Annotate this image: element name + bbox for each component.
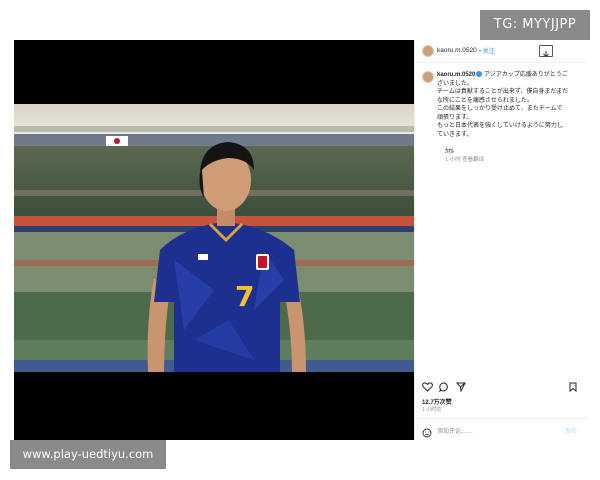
caption-username[interactable]: kaoru.m.0520 [437,72,475,78]
caption-time: 1 小时 查看翻译 [445,157,485,163]
post-sidebar: kaoru.m.0520 • 关注 kaoru.m.0520 アジアカップ応援あ… [414,40,587,440]
heart-icon[interactable] [422,379,433,397]
likes-count[interactable]: 12.7万次赞 [422,397,452,406]
caption-line: チームは貢献することが出来ず、僕自身まだまだ [437,89,569,95]
caption-line: ていきます。 [437,131,473,138]
caption-avatar[interactable] [422,71,434,83]
avatar[interactable] [422,45,434,57]
caption-line: この結果をしっかり受け止めて、またチームで [437,106,563,112]
caption: kaoru.m.0520 アジアカップ応援ありがとうご ざいました。 チームは貢… [437,71,577,139]
caption-line: アジアカップ応援ありがとうご [484,72,568,78]
follow-button[interactable]: • 关注 [479,46,495,55]
caption-line: 頑張ります。 [437,114,473,121]
player-photo-illustration: 7 [14,40,414,440]
post-header: kaoru.m.0520 • 关注 [415,40,587,63]
post-comment-button[interactable]: 发布 [565,426,577,435]
post-photo[interactable]: 7 [14,40,414,440]
jersey-number: 7 [235,280,254,313]
watermark: www.play-uedtiyu.com [10,440,166,469]
comment-input[interactable]: 添加评论…… [437,426,473,435]
comment-icon[interactable] [438,379,449,397]
post-time: 1 小时前 [422,407,442,413]
caption-signature: ｶｵﾙ [445,149,455,155]
caption-line: もっと日本代表を強くしていけるように努力し [437,123,563,129]
action-bar [415,376,587,393]
more-icon[interactable] [539,45,553,58]
share-icon[interactable] [455,379,466,397]
tg-badge: TG: MYYJJPP [480,10,590,40]
comment-box: 添加评论…… 发布 [415,418,587,441]
caption-line: ざいました。 [437,80,474,87]
header-username[interactable]: kaoru.m.0520 [437,47,477,54]
caption-line: な所にことを痛感させられました。 [437,97,533,104]
emoji-icon[interactable] [422,425,432,443]
verified-icon [476,71,483,78]
bookmark-icon[interactable] [569,379,577,397]
instagram-post: 7 kaoru.m.0520 • 关注 kaoru.m.0520 アジアカップ応… [14,40,587,440]
